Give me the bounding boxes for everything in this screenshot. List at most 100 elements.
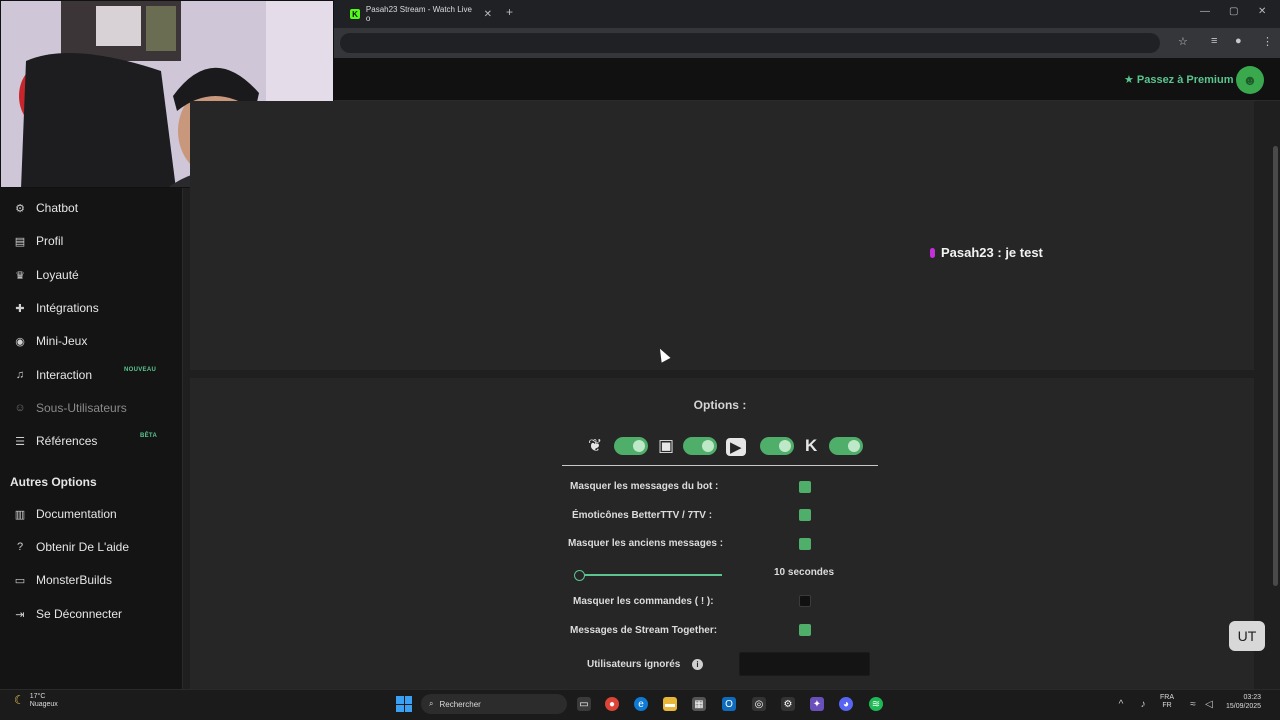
- media-control-icon[interactable]: ≡: [1211, 35, 1217, 47]
- taskbar-search[interactable]: ⌕ Rechercher: [421, 694, 567, 714]
- system-clock[interactable]: 03:23 15/09/2025: [1226, 693, 1261, 711]
- new-tab-button[interactable]: +: [506, 5, 513, 19]
- hide-old-messages-checkbox[interactable]: [799, 538, 811, 550]
- ut-floating-badge[interactable]: UT: [1229, 621, 1265, 651]
- close-window-icon[interactable]: ✕: [1258, 6, 1266, 17]
- windows-start-icon[interactable]: [396, 696, 412, 712]
- chat-text: : je test: [993, 245, 1043, 260]
- chat-message: Pasah23 : je test: [930, 245, 1043, 260]
- youtube-toggle[interactable]: [760, 437, 794, 455]
- message-timeout-slider[interactable]: [578, 574, 722, 576]
- sidebar-item-interaction[interactable]: ♫ Interaction: [14, 365, 92, 385]
- kick-k-toggle[interactable]: [829, 437, 863, 455]
- menu-kebab-icon[interactable]: ⋮: [1262, 35, 1273, 48]
- address-bar[interactable]: [340, 33, 1160, 53]
- file-explorer-icon[interactable]: ▬: [663, 697, 677, 711]
- search-placeholder: Rechercher: [439, 699, 481, 709]
- steam-icon[interactable]: ◎: [752, 697, 766, 711]
- chat-preview: [190, 101, 1254, 370]
- youtube-icon: ▶: [726, 438, 746, 456]
- sidebar-item-label: MonsterBuilds: [36, 573, 113, 587]
- stream-together-checkbox[interactable]: [799, 624, 811, 636]
- star-icon: ★: [1124, 74, 1134, 86]
- music-icon: ♫: [15, 369, 25, 381]
- task-view-icon[interactable]: ▭: [577, 697, 591, 711]
- game-app-icon[interactable]: ✦: [810, 697, 824, 711]
- lang-top: FRA: [1160, 694, 1174, 701]
- language-indicator[interactable]: FRA FR: [1160, 694, 1174, 711]
- sidebar-item-label: Se Déconnecter: [36, 607, 123, 621]
- sidebar-item-label: Intégrations: [36, 301, 99, 315]
- sidebar-item-label: Références: [36, 434, 98, 448]
- bookmark-star-icon[interactable]: ☆: [1178, 35, 1188, 48]
- logout-icon: ⇥: [15, 608, 25, 621]
- search-icon: ⌕: [429, 699, 434, 708]
- twitch-toggle[interactable]: [683, 437, 717, 455]
- edge-icon[interactable]: e: [634, 697, 648, 711]
- chrome-icon[interactable]: ●: [605, 697, 619, 711]
- hide-commands-checkbox[interactable]: [799, 595, 811, 607]
- gamepad-icon: ◉: [15, 335, 25, 348]
- weather-temp: 17°C: [29, 693, 46, 700]
- sidebar-item-label: Mini-Jeux: [36, 334, 88, 348]
- tab-title: Pasah23 Stream - Watch Live o: [365, 5, 472, 23]
- robot-icon: ⚙: [15, 202, 25, 215]
- sidebar-item-label: Profil: [36, 234, 64, 248]
- user-avatar[interactable]: ☻: [1236, 66, 1264, 94]
- user-card-icon: ☰: [15, 435, 25, 448]
- weather-widget[interactable]: ☾ 17°C Nuageux: [14, 693, 58, 708]
- sidebar-item-aide[interactable]: ? Obtenir De L'aide: [14, 537, 129, 557]
- slider-handle[interactable]: [574, 570, 585, 581]
- microphone-icon[interactable]: ♪: [1136, 697, 1150, 711]
- sidebar-item-integrations[interactable]: ✚ Intégrations: [14, 298, 99, 318]
- discord-icon[interactable]: ◕: [839, 697, 853, 711]
- browser-tab[interactable]: K Pasah23 Stream - Watch Live o ✕: [340, 4, 498, 24]
- premium-label: Passez à Premium: [1136, 73, 1234, 86]
- maximize-icon[interactable]: ▢: [1229, 6, 1238, 17]
- hide-bot-messages-checkbox[interactable]: [799, 481, 811, 493]
- clock-time: 03:23: [1243, 694, 1262, 701]
- sidebar-item-label: Interaction: [36, 368, 93, 382]
- kick-toggle[interactable]: [614, 437, 648, 455]
- premium-link[interactable]: ★ Passez à Premium: [1124, 73, 1234, 87]
- sidebar-item-profil[interactable]: ▤ Profil: [14, 231, 64, 251]
- sidebar-item-label: Loyauté: [36, 268, 79, 282]
- profile-icon[interactable]: ●: [1235, 35, 1242, 47]
- sidebar-item-documentation[interactable]: ▥ Documentation: [14, 504, 117, 524]
- new-badge: NOUVEAU: [124, 367, 157, 373]
- options-title: Options :: [693, 398, 747, 412]
- sidebar-item-label: Chatbot: [36, 201, 79, 215]
- mic-badge-icon: [930, 247, 935, 258]
- settings-icon[interactable]: ⚙: [781, 697, 795, 711]
- platform-toggles: ❦ ▣ ▶ K: [562, 430, 878, 466]
- sidebar-item-label: Documentation: [36, 507, 117, 521]
- sidebar-item-references[interactable]: ☰ Références: [14, 431, 97, 451]
- close-tab-icon[interactable]: ✕: [484, 9, 492, 20]
- wifi-icon[interactable]: ≈: [1186, 697, 1200, 711]
- bettertv-emotes-checkbox[interactable]: [799, 509, 811, 521]
- sidebar-item-mini-jeux[interactable]: ◉ Mini-Jeux: [14, 331, 87, 351]
- option-label: Masquer les anciens messages :: [568, 538, 724, 549]
- chevron-up-icon[interactable]: ^: [1114, 697, 1128, 711]
- sidebar-item-label: Obtenir De L'aide: [36, 540, 130, 554]
- laptop-icon: ▭: [14, 574, 26, 587]
- ignored-users-input[interactable]: [739, 652, 870, 676]
- clock-date: 15/09/2025: [1226, 703, 1262, 711]
- puzzle-icon: ✚: [15, 302, 25, 315]
- sidebar-section-title: Autres Options: [10, 475, 97, 489]
- sidebar-item-loyaute[interactable]: ♛ Loyauté: [14, 265, 79, 285]
- help-icon: ?: [16, 541, 24, 553]
- spotify-icon[interactable]: ≋: [869, 697, 883, 711]
- store-icon[interactable]: ▦: [692, 697, 706, 711]
- sidebar-item-chatbot[interactable]: ⚙ Chatbot: [14, 198, 78, 218]
- beta-badge: BÊTA: [140, 433, 158, 439]
- page-scrollbar[interactable]: [1273, 146, 1278, 586]
- minimize-icon[interactable]: —: [1200, 6, 1210, 17]
- outlook-icon[interactable]: O: [722, 697, 736, 711]
- info-icon[interactable]: i: [692, 659, 703, 670]
- kick-k-icon: K: [805, 436, 818, 455]
- volume-icon[interactable]: ◁: [1202, 697, 1216, 711]
- sidebar-item-logout[interactable]: ⇥ Se Déconnecter: [14, 604, 122, 624]
- sidebar-item-monsterbuilds[interactable]: ▭ MonsterBuilds: [14, 570, 112, 590]
- option-label: Masquer les commandes ( ! ):: [573, 596, 714, 607]
